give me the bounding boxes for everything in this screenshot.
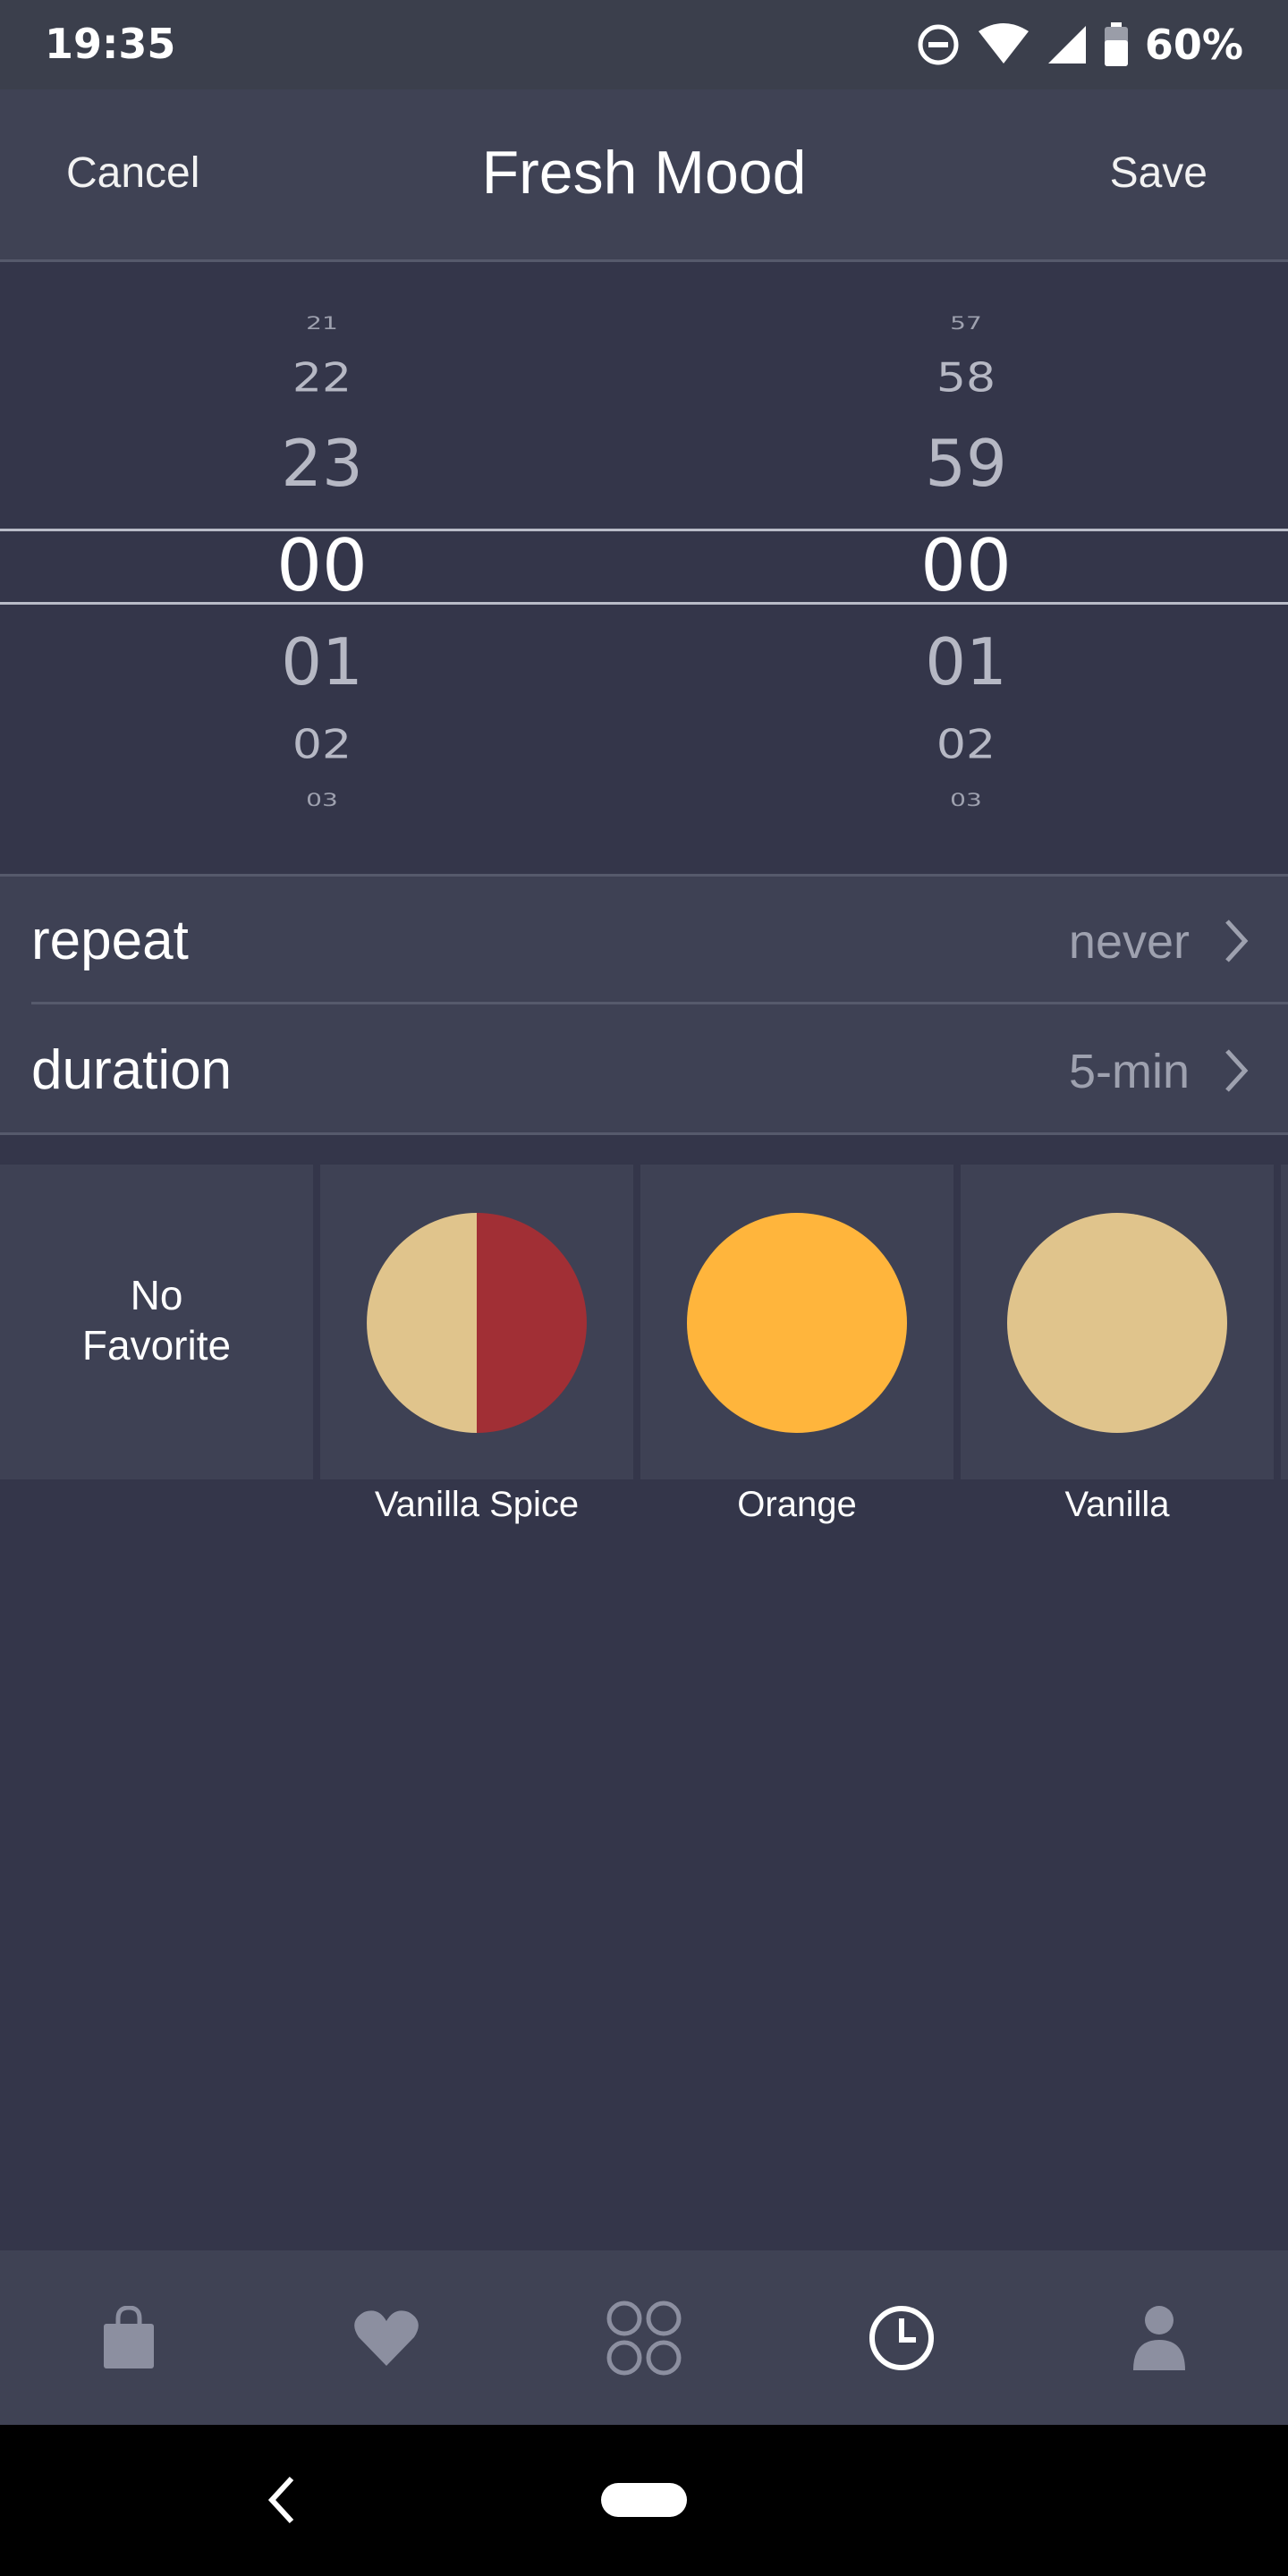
duration-label: duration <box>31 1039 233 1101</box>
no-favorite-label-line1: No <box>130 1272 183 1318</box>
page-title: Fresh Mood <box>481 139 807 207</box>
status-bar: 19:35 60% <box>0 0 1288 89</box>
hour-option: 02 <box>292 722 352 768</box>
grid-icon <box>606 2301 682 2375</box>
favorite-tile-orange[interactable] <box>640 1165 953 1479</box>
save-button[interactable]: Save <box>1110 148 1208 198</box>
hour-option: 23 <box>281 426 363 501</box>
repeat-label: repeat <box>31 910 189 971</box>
nav-profile[interactable] <box>1030 2250 1288 2425</box>
user-icon <box>1133 2305 1185 2370</box>
home-button[interactable] <box>601 2483 687 2517</box>
minute-option: 57 <box>950 312 982 335</box>
selected-minute: 00 <box>920 524 1012 607</box>
hour-wheel[interactable]: 21 22 23 00 01 02 03 <box>188 262 456 873</box>
hour-option: 21 <box>306 312 338 335</box>
duration-row[interactable]: duration 5-min <box>0 1004 1288 1133</box>
favorite-label: Vanilla <box>1064 1485 1170 1524</box>
signal-icon <box>1047 26 1086 64</box>
minute-option: 58 <box>936 355 996 402</box>
minute-option: 01 <box>925 624 1007 699</box>
do-not-disturb-icon <box>918 24 959 65</box>
selection-line-top <box>0 529 1288 531</box>
repeat-value: never <box>1068 915 1190 969</box>
shopping-bag-icon <box>104 2305 154 2368</box>
row-divider <box>0 1132 1288 1135</box>
hour-option: 01 <box>281 624 363 699</box>
time-picker[interactable]: 21 22 23 00 01 02 03 57 58 59 00 01 02 0… <box>0 262 1288 873</box>
hour-option: 22 <box>292 355 352 402</box>
heart-icon <box>354 2309 419 2366</box>
no-favorite-label-line2: Favorite <box>81 1322 232 1368</box>
favorite-tile-vanilla-spice[interactable] <box>320 1165 633 1479</box>
duration-value: 5-min <box>1068 1045 1190 1098</box>
header: Cancel Fresh Mood Save <box>0 89 1288 262</box>
color-swatch-orange <box>687 1213 907 1433</box>
back-icon[interactable] <box>259 2471 304 2529</box>
system-nav-bar <box>0 2425 1288 2576</box>
nav-schedule[interactable] <box>773 2250 1030 2425</box>
minute-option: 02 <box>936 722 996 768</box>
wifi-icon <box>978 23 1029 64</box>
nav-favorites[interactable] <box>258 2250 515 2425</box>
hour-option: 03 <box>306 789 338 811</box>
chevron-right-icon <box>1225 919 1249 962</box>
nav-shop[interactable] <box>0 2250 258 2425</box>
selection-line-bottom <box>0 602 1288 605</box>
minute-option: 59 <box>925 426 1007 501</box>
favorite-label: Vanilla Spice <box>374 1485 580 1524</box>
favorites-strip[interactable]: No Favorite <box>0 1165 1288 1487</box>
status-icons: 60% <box>916 18 1243 72</box>
favorite-tile-vanilla[interactable] <box>961 1165 1274 1479</box>
color-swatch-vanilla-spice <box>367 1213 587 1433</box>
bottom-nav <box>0 2250 1288 2425</box>
minute-option: 03 <box>950 789 982 811</box>
status-time: 19:35 <box>45 20 176 68</box>
clock-icon <box>869 2305 934 2370</box>
chevron-right-icon <box>1225 1049 1249 1092</box>
favorite-tile-partial[interactable] <box>1281 1165 1288 1479</box>
no-favorite-tile[interactable]: No Favorite <box>0 1165 313 1479</box>
battery-icon <box>1104 22 1128 66</box>
nav-devices[interactable] <box>515 2250 773 2425</box>
selected-hour: 00 <box>276 524 368 607</box>
battery-percentage: 60% <box>1144 21 1243 69</box>
repeat-row[interactable]: repeat never <box>0 874 1288 1005</box>
minute-wheel[interactable]: 57 58 59 00 01 02 03 <box>832 262 1100 873</box>
color-swatch-vanilla <box>1007 1213 1227 1433</box>
favorite-label: Orange <box>737 1485 857 1524</box>
